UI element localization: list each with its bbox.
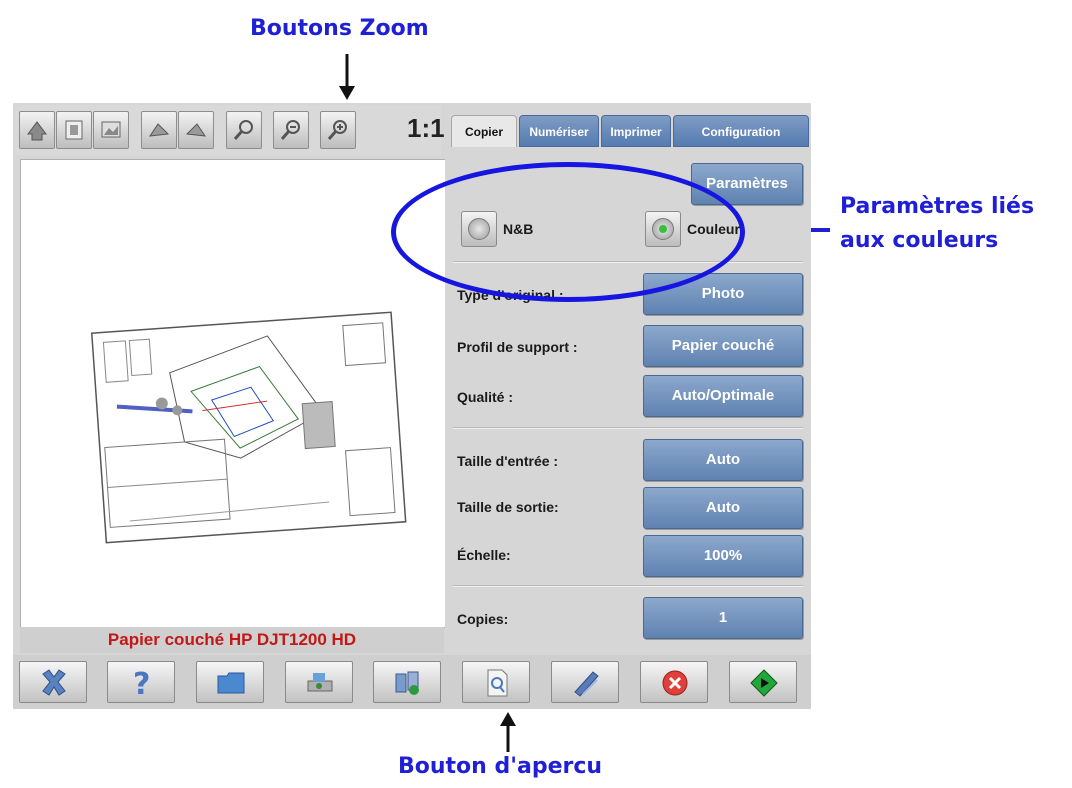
media-profile-label: Profil de support : <box>457 339 578 355</box>
image-icon <box>101 121 121 138</box>
zoom-out-button[interactable] <box>273 111 309 149</box>
input-size-button[interactable]: Auto <box>643 439 803 481</box>
folder-button[interactable] <box>196 661 264 703</box>
fit-page-icon <box>65 120 83 140</box>
annotation-color-line2: aux couleurs <box>840 228 999 253</box>
annotation-arrow-down <box>339 54 355 100</box>
rotate-ccw-icon <box>148 123 170 137</box>
color-settings-highlight-ellipse <box>391 162 745 302</box>
stop-icon <box>662 670 688 696</box>
help-icon: ? <box>133 668 150 698</box>
annotation-zoom-buttons: Boutons Zoom <box>250 16 429 41</box>
rotate-ccw-button[interactable] <box>141 111 177 149</box>
annotation-preview-button: Bouton d'apercu <box>398 754 603 779</box>
image-button[interactable] <box>93 111 129 149</box>
annotation-color-line1: Paramètres liés <box>840 194 1035 219</box>
media-profile-caption: Papier couché HP DJT1200 HD <box>20 627 444 653</box>
copies-label: Copies: <box>457 611 509 627</box>
clean-button[interactable] <box>551 661 619 703</box>
rotate-left-button[interactable] <box>19 111 55 149</box>
clean-icon <box>574 671 599 697</box>
scanner-icon <box>307 673 333 692</box>
zoom-region-icon <box>233 120 253 140</box>
divider <box>453 427 803 429</box>
blueprint-thumbnail <box>90 311 407 544</box>
tab-numeriser[interactable]: Numériser <box>519 115 599 147</box>
scale-button[interactable]: 100% <box>643 535 803 577</box>
zoom-toolbar: 1:1 <box>15 105 445 155</box>
cancel-x-icon <box>42 669 66 696</box>
fit-page-button[interactable] <box>56 111 92 149</box>
quality-button[interactable]: Auto/Optimale <box>643 375 803 417</box>
start-icon <box>750 669 778 697</box>
rotate-cw-icon <box>185 123 207 137</box>
transfer-button[interactable] <box>373 661 441 703</box>
preview-icon <box>487 669 508 697</box>
input-size-label: Taille d'entrée : <box>457 453 559 469</box>
stop-button[interactable] <box>640 661 708 703</box>
media-profile-button[interactable]: Papier couché <box>643 325 803 367</box>
zoom-out-icon <box>280 120 300 140</box>
quality-label: Qualité : <box>457 389 514 405</box>
scan-to-button[interactable] <box>285 661 353 703</box>
transfer-icon <box>395 671 419 695</box>
rotate-cw-button[interactable] <box>178 111 214 149</box>
tab-configuration[interactable]: Configuration <box>673 115 809 147</box>
preview-area <box>20 159 446 628</box>
start-button[interactable] <box>729 661 797 703</box>
bottom-toolbar: ? <box>13 655 811 709</box>
output-size-button[interactable]: Auto <box>643 487 803 529</box>
preview-button[interactable] <box>462 661 530 703</box>
annotation-arrow-up <box>500 712 516 752</box>
output-size-label: Taille de sortie: <box>457 499 559 515</box>
copies-button[interactable]: 1 <box>643 597 803 639</box>
divider <box>453 585 803 587</box>
tab-imprimer[interactable]: Imprimer <box>601 115 671 147</box>
tab-copier[interactable]: Copier <box>451 115 517 147</box>
svg-text:?: ? <box>133 668 150 698</box>
zoom-in-button[interactable] <box>320 111 356 149</box>
zoom-region-button[interactable] <box>226 111 262 149</box>
cancel-job-button[interactable] <box>19 661 87 703</box>
help-button[interactable]: ? <box>107 661 175 703</box>
scale-label: Échelle: <box>457 547 511 563</box>
zoom-one-to-one-button[interactable]: 1:1 <box>407 113 445 144</box>
annotation-color-settings: Paramètres liés aux couleurs <box>840 190 1034 258</box>
zoom-in-icon <box>327 120 347 140</box>
rotate-left-icon <box>27 121 47 141</box>
folder-icon <box>217 672 245 694</box>
